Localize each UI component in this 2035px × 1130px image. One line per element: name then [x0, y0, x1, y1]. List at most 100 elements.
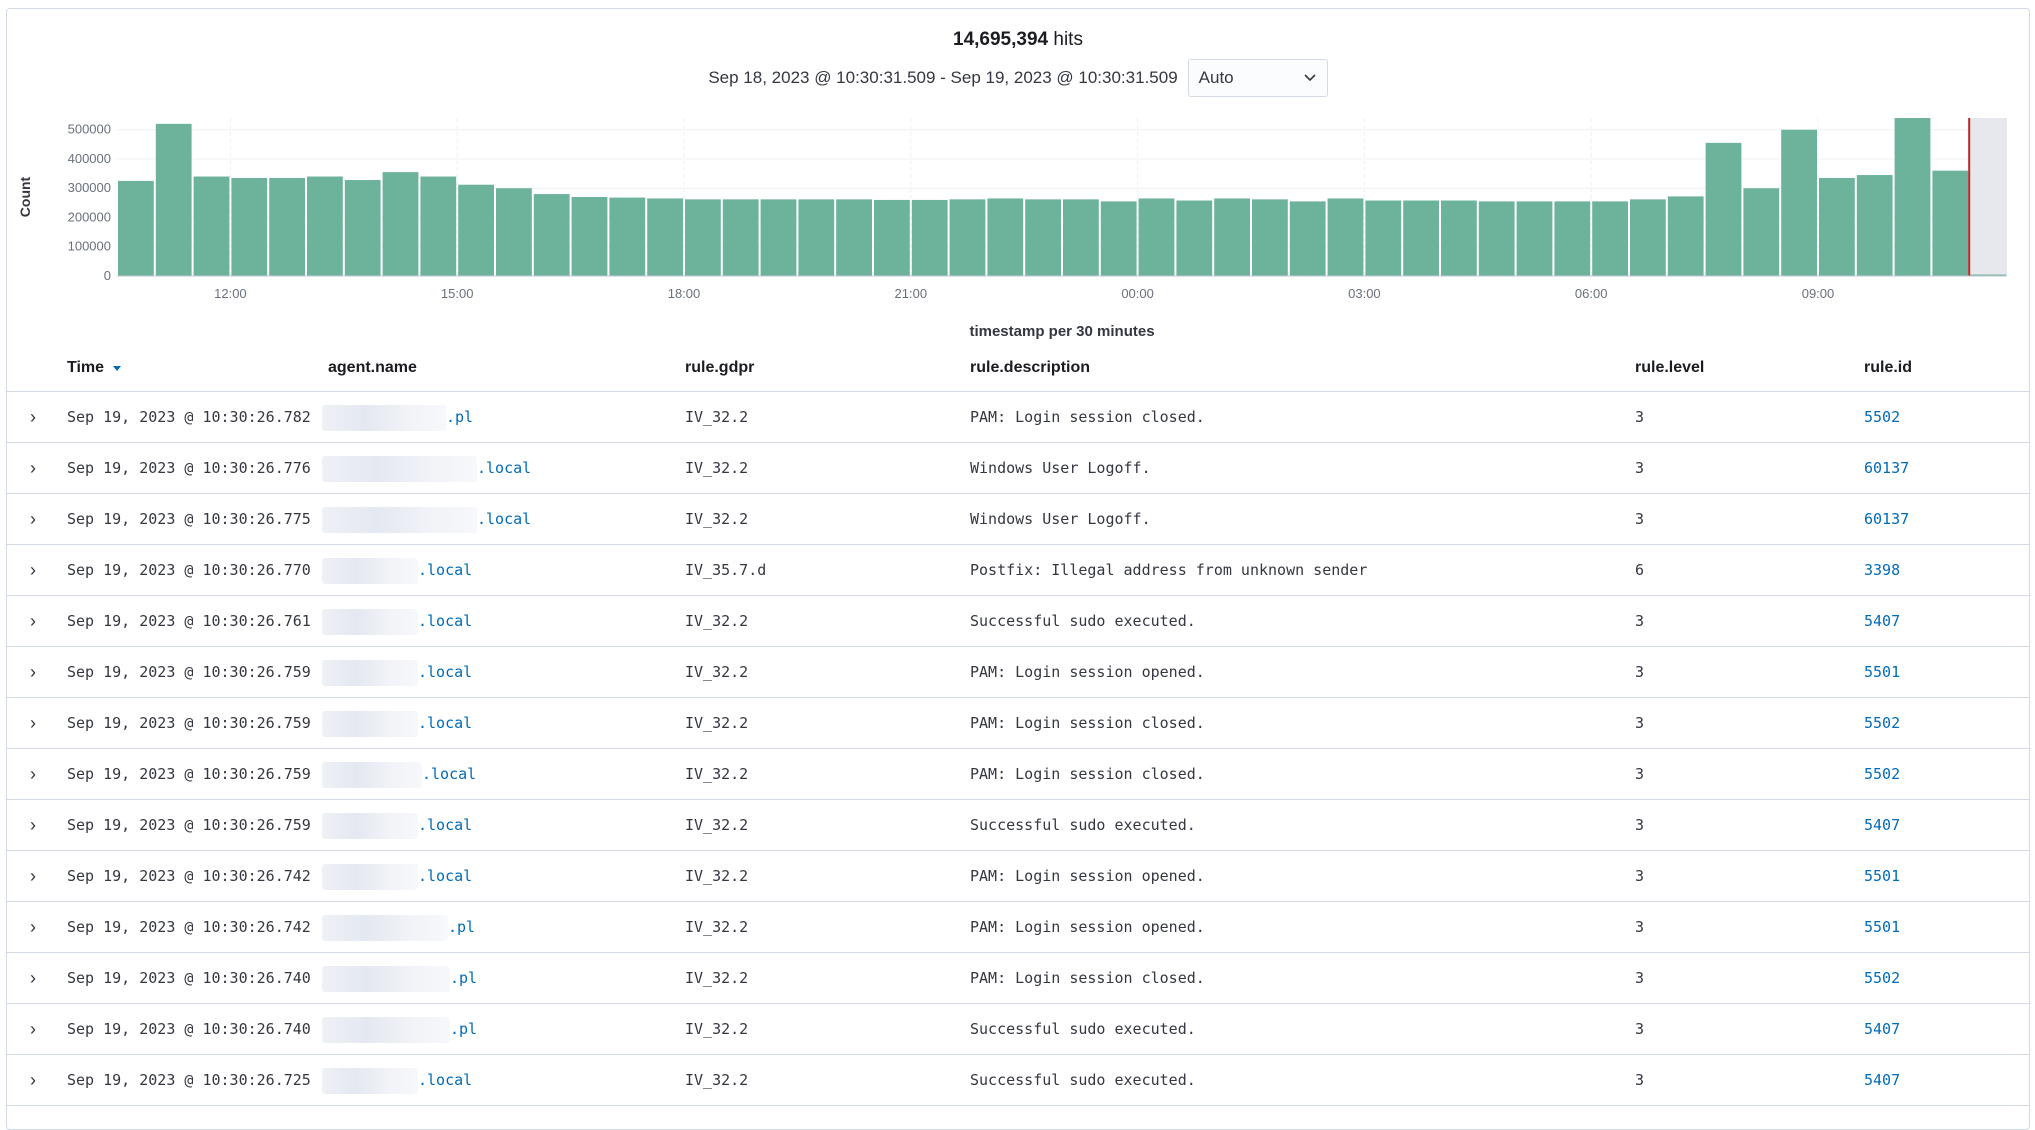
agent-name-suffix[interactable]: .local — [418, 561, 472, 579]
histogram-bar[interactable] — [1025, 199, 1061, 276]
histogram-bar[interactable] — [1214, 198, 1250, 276]
cell-agent-name[interactable]: .local — [322, 596, 472, 646]
cell-rule-id[interactable]: 5407 — [1864, 800, 1900, 850]
cell-agent-name[interactable]: .local — [322, 851, 472, 901]
histogram-bar[interactable] — [1932, 170, 1969, 276]
histogram-bar[interactable] — [685, 199, 721, 276]
table-row[interactable]: › Sep 19, 2023 @ 10:30:26.775 .local IV_32.… — [7, 494, 2029, 545]
interval-select[interactable]: Auto — [1187, 59, 1328, 97]
agent-name-suffix[interactable]: .local — [418, 1071, 472, 1089]
agent-name-suffix[interactable]: .local — [477, 510, 531, 528]
histogram-bar[interactable] — [1592, 201, 1628, 276]
cell-agent-name[interactable]: .pl — [322, 1004, 477, 1054]
table-row[interactable]: › Sep 19, 2023 @ 10:30:26.759 .local IV_32.… — [7, 749, 2029, 800]
agent-name-suffix[interactable]: .local — [418, 816, 472, 834]
expand-row-icon[interactable]: › — [23, 611, 43, 631]
agent-name-suffix[interactable]: .local — [418, 612, 472, 630]
table-row[interactable]: › Sep 19, 2023 @ 10:30:26.759 .local IV_32.… — [7, 698, 2029, 749]
histogram-bar[interactable] — [1667, 196, 1704, 276]
histogram-bar[interactable] — [949, 199, 986, 276]
table-row[interactable]: › Sep 19, 2023 @ 10:30:26.761 .local IV_32.… — [7, 596, 2029, 647]
cell-agent-name[interactable]: .local — [322, 494, 531, 544]
column-header-rule-level[interactable]: rule.level — [1635, 359, 1704, 377]
histogram-bar[interactable] — [1554, 201, 1591, 276]
cell-rule-id[interactable]: 60137 — [1864, 494, 1909, 544]
agent-name-suffix[interactable]: .local — [477, 459, 531, 477]
agent-name-suffix[interactable]: .pl — [450, 1020, 477, 1038]
cell-rule-id[interactable]: 5501 — [1864, 902, 1900, 952]
histogram-bar[interactable] — [1100, 201, 1137, 276]
cell-agent-name[interactable]: .local — [322, 545, 472, 595]
cell-agent-name[interactable]: .local — [322, 443, 531, 493]
histogram-bar[interactable] — [1327, 198, 1364, 276]
expand-row-icon[interactable]: › — [23, 815, 43, 835]
histogram-bar[interactable] — [118, 180, 154, 276]
cell-rule-id[interactable]: 5501 — [1864, 851, 1900, 901]
cell-agent-name[interactable]: .local — [322, 749, 476, 799]
table-row[interactable]: › Sep 19, 2023 @ 10:30:26.725 .local IV_32.… — [7, 1055, 2029, 1106]
histogram-bar[interactable] — [1063, 199, 1099, 276]
histogram-bar[interactable] — [1781, 129, 1817, 276]
histogram-bar[interactable] — [1894, 118, 1931, 276]
histogram-bar[interactable] — [458, 184, 494, 276]
expand-row-icon[interactable]: › — [23, 1019, 43, 1039]
table-row[interactable]: › Sep 19, 2023 @ 10:30:26.740 .pl IV_32.2 PA… — [7, 953, 2029, 1004]
expand-row-icon[interactable]: › — [23, 458, 43, 478]
expand-row-icon[interactable]: › — [23, 968, 43, 988]
histogram-bar[interactable] — [911, 199, 948, 276]
histogram-bar[interactable] — [269, 177, 305, 276]
cell-agent-name[interactable]: .pl — [322, 392, 473, 442]
expand-row-icon[interactable]: › — [23, 407, 43, 427]
table-row[interactable]: › Sep 19, 2023 @ 10:30:26.742 .local IV_32.… — [7, 851, 2029, 902]
column-header-time[interactable]: Time — [67, 359, 122, 377]
column-header-rule-id[interactable]: rule.id — [1864, 359, 1912, 377]
expand-row-icon[interactable]: › — [23, 1070, 43, 1090]
sort-desc-icon[interactable] — [112, 364, 122, 372]
expand-row-icon[interactable]: › — [23, 764, 43, 784]
histogram-bar[interactable] — [1289, 201, 1326, 276]
expand-row-icon[interactable]: › — [23, 917, 43, 937]
histogram-bar[interactable] — [722, 199, 759, 276]
histogram-bar[interactable] — [1403, 200, 1439, 276]
table-row[interactable]: › Sep 19, 2023 @ 10:30:26.740 .pl IV_32.2 Su… — [7, 1004, 2029, 1055]
histogram-bar[interactable] — [836, 199, 872, 276]
agent-name-suffix[interactable]: .local — [418, 714, 472, 732]
histogram-bar[interactable] — [231, 177, 268, 276]
agent-name-suffix[interactable]: .local — [418, 867, 472, 885]
histogram-bar[interactable] — [307, 176, 343, 276]
histogram-bar[interactable] — [1705, 142, 1742, 276]
table-row[interactable]: › Sep 19, 2023 @ 10:30:26.782 .pl IV_32.2 PA… — [7, 392, 2029, 443]
cell-rule-id[interactable]: 5502 — [1864, 749, 1900, 799]
histogram-bar[interactable] — [1743, 188, 1780, 276]
histogram-bar[interactable] — [571, 197, 608, 276]
table-row[interactable]: › Sep 19, 2023 @ 10:30:26.742 .pl IV_32.2 PA… — [7, 902, 2029, 953]
histogram-bar[interactable] — [1478, 201, 1515, 276]
cell-agent-name[interactable]: .pl — [322, 902, 475, 952]
histogram-bar[interactable] — [382, 172, 419, 276]
histogram-bar[interactable] — [1441, 200, 1477, 276]
cell-agent-name[interactable]: .local — [322, 1055, 472, 1105]
histogram-bar[interactable] — [798, 199, 835, 276]
histogram-bar[interactable] — [609, 197, 646, 276]
cell-rule-id[interactable]: 5407 — [1864, 596, 1900, 646]
expand-row-icon[interactable]: › — [23, 866, 43, 886]
cell-rule-id[interactable]: 5407 — [1864, 1004, 1900, 1054]
cell-agent-name[interactable]: .pl — [322, 953, 477, 1003]
histogram-bar[interactable] — [760, 199, 797, 276]
histogram-bar[interactable] — [1819, 177, 1855, 276]
column-header-agent-name[interactable]: agent.name — [328, 359, 417, 377]
cell-rule-id[interactable]: 5502 — [1864, 392, 1900, 442]
cell-agent-name[interactable]: .local — [322, 698, 472, 748]
histogram-bar[interactable] — [1176, 200, 1213, 276]
table-row[interactable]: › Sep 19, 2023 @ 10:30:26.759 .local IV_32.… — [7, 647, 2029, 698]
column-header-rule-gdpr[interactable]: rule.gdpr — [685, 359, 754, 377]
histogram-bar[interactable] — [1138, 198, 1175, 276]
agent-name-suffix[interactable]: .local — [418, 663, 472, 681]
histogram-bar[interactable] — [155, 123, 192, 276]
histogram-bar[interactable] — [987, 198, 1024, 276]
histogram-bar[interactable] — [1856, 175, 1893, 276]
cell-agent-name[interactable]: .local — [322, 800, 472, 850]
agent-name-suffix[interactable]: .local — [422, 765, 476, 783]
agent-name-suffix[interactable]: .pl — [450, 969, 477, 987]
table-row[interactable]: › Sep 19, 2023 @ 10:30:26.776 .local IV_32.… — [7, 443, 2029, 494]
